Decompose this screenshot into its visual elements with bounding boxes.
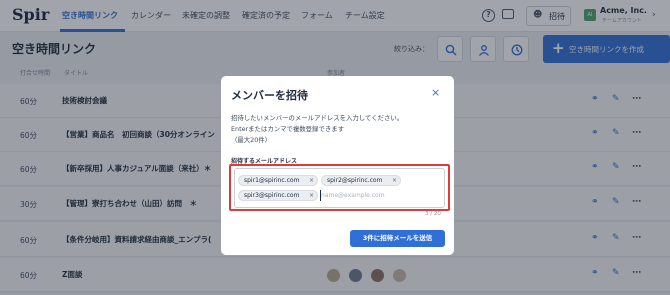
send-invite-button[interactable]: 3件に招待メールを送信 — [350, 230, 445, 247]
close-icon[interactable]: × — [431, 86, 440, 99]
email-chip: spir2@spirinc.com × — [321, 175, 401, 186]
dialog-title: メンバーを招待 — [231, 89, 308, 102]
remove-chip-icon[interactable]: × — [392, 176, 397, 185]
dialog-description-line2: Enterまたはカンマで複数登録できます — [231, 125, 345, 133]
email-chip-label: spir3@spirinc.com — [244, 192, 300, 199]
dialog-description-line1: 招待したいメンバーのメールアドレスを入力してください。 — [231, 114, 404, 122]
email-chip-label: spir1@spirinc.com — [244, 177, 300, 184]
remove-chip-icon[interactable]: × — [309, 176, 314, 185]
remove-chip-icon[interactable]: × — [309, 191, 314, 200]
email-chip: spir3@spirinc.com × — [238, 190, 318, 201]
email-count: 3 / 20 — [425, 211, 441, 217]
email-chip: spir1@spirinc.com × — [238, 175, 318, 186]
email-tags-field[interactable] — [234, 168, 445, 208]
email-chip-label: spir2@spirinc.com — [327, 177, 383, 184]
email-input[interactable] — [321, 190, 441, 201]
dialog-description-line3: （最大20件） — [231, 136, 272, 144]
